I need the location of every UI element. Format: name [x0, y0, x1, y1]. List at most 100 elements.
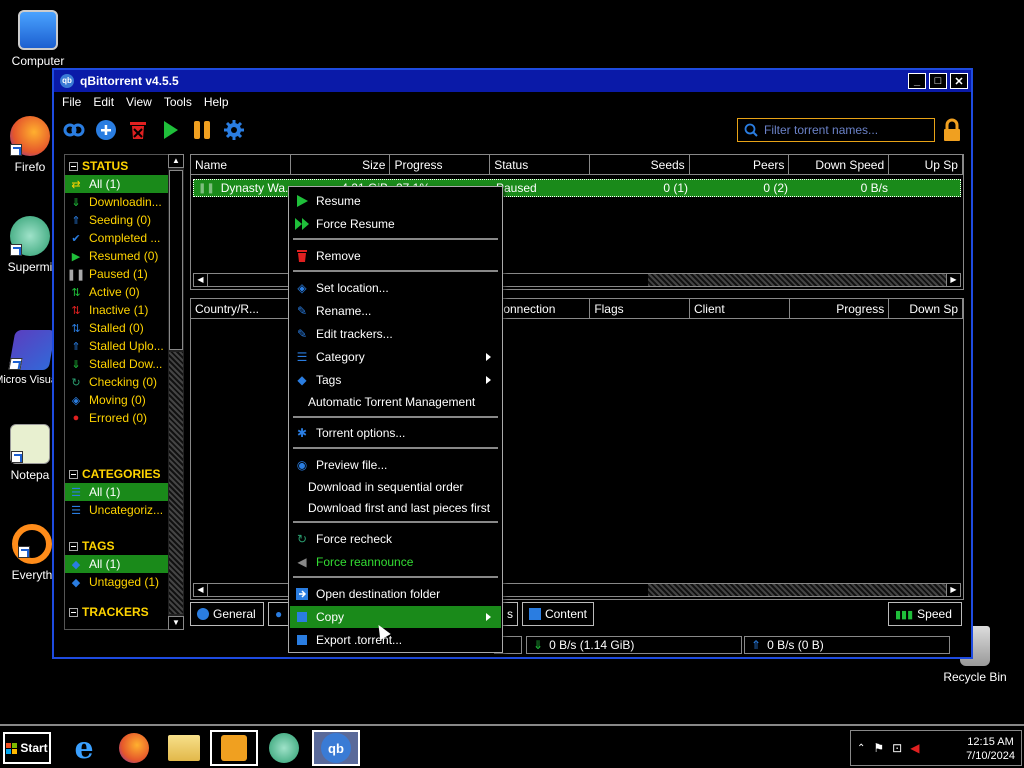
taskbar-file-explorer[interactable] — [162, 730, 206, 766]
menu-item-rename[interactable]: ✎ Rename... — [290, 300, 501, 322]
menu-item-force-resume[interactable]: Force Resume — [290, 213, 501, 235]
category-item-all[interactable]: ☰ All (1) — [65, 483, 183, 501]
minimize-button[interactable]: _ — [908, 73, 926, 89]
menu-edit[interactable]: Edit — [93, 95, 114, 109]
menu-view[interactable]: View — [126, 95, 152, 109]
column-header-peers[interactable]: Peers — [690, 155, 790, 174]
scroll-right-arrow[interactable]: ▶ — [946, 584, 960, 596]
add-torrent-button[interactable] — [94, 118, 118, 142]
menu-item-preview-file[interactable]: ◉ Preview file... — [290, 454, 501, 476]
categories-header[interactable]: CATEGORIES — [65, 465, 183, 483]
column-header-country[interactable]: Country/R... — [191, 299, 291, 318]
scrollbar-thumb[interactable] — [169, 170, 183, 350]
menu-item-export-torrent[interactable]: Export .torrent... — [290, 629, 501, 651]
status-header[interactable]: STATUS — [65, 157, 183, 175]
maximize-button[interactable]: □ — [929, 73, 947, 89]
status-item-inactive[interactable]: ⇅ Inactive (1) — [65, 301, 183, 319]
menu-item-remove[interactable]: Remove — [290, 245, 501, 267]
column-header-flags[interactable]: Flags — [590, 299, 690, 318]
status-item-stalled-downloading[interactable]: ⇓ Stalled Dow... — [65, 355, 183, 373]
menu-item-tags[interactable]: ◆ Tags — [290, 369, 501, 391]
column-header-peer-progress[interactable]: Progress — [790, 299, 890, 318]
clock[interactable]: 12:15 AM 7/10/2024 — [966, 735, 1015, 763]
add-link-button[interactable] — [62, 118, 86, 142]
tab-content[interactable]: Content — [522, 602, 594, 626]
tag-item-all[interactable]: ◆ All (1) — [65, 555, 183, 573]
scroll-left-arrow[interactable]: ◀ — [194, 274, 208, 286]
column-header-peer-down-speed[interactable]: Down Sp — [889, 299, 963, 318]
menu-item-set-location[interactable]: ◈ Set location... — [290, 277, 501, 299]
scroll-left-arrow[interactable]: ◀ — [194, 584, 208, 596]
tab-general[interactable]: General — [190, 602, 264, 626]
status-item-paused[interactable]: ❚❚ Paused (1) — [65, 265, 183, 283]
status-item-errored[interactable]: ● Errored (0) — [65, 409, 183, 427]
taskbar-firefox[interactable] — [112, 730, 156, 766]
column-header-client[interactable]: Client — [690, 299, 790, 318]
tab-speed[interactable]: ▮▮▮ Speed — [888, 602, 962, 626]
scroll-right-arrow[interactable]: ▶ — [946, 274, 960, 286]
taskbar-qbittorrent[interactable]: qb — [312, 730, 360, 766]
network-icon[interactable]: ⊡ — [892, 741, 902, 755]
start-button[interactable]: Start — [3, 732, 51, 764]
column-header-up-speed[interactable]: Up Sp — [889, 155, 963, 174]
flag-icon[interactable]: ⚑ — [873, 741, 884, 755]
sidebar-scrollbar[interactable]: ▲ ▼ — [168, 154, 184, 630]
menu-item-category[interactable]: ☰ Category — [290, 346, 501, 368]
status-item-active[interactable]: ⇅ Active (0) — [65, 283, 183, 301]
menu-item-automatic-torrent-management[interactable]: Automatic Torrent Management — [290, 391, 501, 413]
status-item-moving[interactable]: ◈ Moving (0) — [65, 391, 183, 409]
status-item-downloading[interactable]: ⇓ Downloadin... — [65, 193, 183, 211]
status-item-stalled-uploading[interactable]: ⇑ Stalled Uplo... — [65, 337, 183, 355]
column-header-status[interactable]: Status — [490, 155, 590, 174]
title-bar[interactable]: qb qBittorrent v4.5.5 _ □ ✕ — [54, 70, 971, 92]
download-speed-status[interactable]: ⇓ 0 B/s (1.14 GiB) — [526, 636, 742, 654]
tags-header[interactable]: TAGS — [65, 537, 183, 555]
status-item-checking[interactable]: ↻ Checking (0) — [65, 373, 183, 391]
column-header-down-speed[interactable]: Down Speed — [789, 155, 890, 174]
scrollbar-track[interactable] — [169, 352, 183, 614]
status-item-stalled[interactable]: ⇅ Stalled (0) — [65, 319, 183, 337]
taskbar-supermium[interactable] — [262, 730, 306, 766]
tag-item-untagged[interactable]: ◆ Untagged (1) — [65, 573, 183, 591]
menu-help[interactable]: Help — [204, 95, 229, 109]
menu-item-sequential-download[interactable]: Download in sequential order — [290, 476, 501, 498]
delete-button[interactable] — [126, 118, 150, 142]
menu-item-torrent-options[interactable]: ✱ Torrent options... — [290, 422, 501, 444]
status-item-resumed[interactable]: ▶ Resumed (0) — [65, 247, 183, 265]
show-hidden-icons-button[interactable]: ⌃ — [857, 743, 865, 754]
column-header-name[interactable]: Name — [191, 155, 291, 174]
menu-item-first-last-pieces[interactable]: Download first and last pieces first — [290, 497, 501, 519]
menu-item-force-recheck[interactable]: ↻ Force recheck — [290, 528, 501, 550]
menu-item-resume[interactable]: Resume — [290, 190, 501, 212]
scroll-down-arrow[interactable]: ▼ — [168, 616, 184, 630]
taskbar-media-player[interactable] — [210, 730, 258, 766]
resume-button[interactable] — [158, 118, 182, 142]
scrollbar-track[interactable] — [648, 274, 946, 286]
category-item-uncategorized[interactable]: ☰ Uncategoriz... — [65, 501, 183, 519]
pause-button[interactable] — [190, 118, 214, 142]
scroll-up-arrow[interactable]: ▲ — [168, 154, 184, 168]
menu-item-open-destination-folder[interactable]: Open destination folder — [290, 583, 501, 605]
status-item-all[interactable]: ⇄ All (1) — [65, 175, 183, 193]
options-button[interactable] — [222, 118, 246, 142]
desktop-icon-computer[interactable]: Computer — [0, 10, 76, 68]
menu-tools[interactable]: Tools — [164, 95, 192, 109]
trackers-header[interactable]: TRACKERS — [65, 603, 183, 621]
menu-item-edit-trackers[interactable]: ✎ Edit trackers... — [290, 323, 501, 345]
column-header-seeds[interactable]: Seeds — [590, 155, 690, 174]
status-item-seeding[interactable]: ⇑ Seeding (0) — [65, 211, 183, 229]
taskbar-internet-explorer[interactable]: e — [62, 730, 106, 766]
column-header-progress[interactable]: Progress — [390, 155, 491, 174]
close-button[interactable]: ✕ — [950, 73, 968, 89]
menu-item-copy[interactable]: Copy — [290, 606, 501, 628]
menu-item-force-reannounce[interactable]: ◀ Force reannounce — [290, 551, 501, 573]
menu-file[interactable]: File — [62, 95, 81, 109]
lock-button[interactable] — [941, 118, 963, 142]
upload-speed-status[interactable]: ⇑ 0 B/s (0 B) — [744, 636, 950, 654]
scrollbar-track[interactable] — [648, 584, 946, 596]
status-item-completed[interactable]: ✔ Completed ... — [65, 229, 183, 247]
volume-muted-icon[interactable]: ◀ — [910, 741, 919, 755]
tab-http-sources[interactable]: s — [502, 602, 518, 626]
column-header-size[interactable]: Size — [291, 155, 391, 174]
search-input[interactable]: Filter torrent names... — [737, 118, 935, 142]
